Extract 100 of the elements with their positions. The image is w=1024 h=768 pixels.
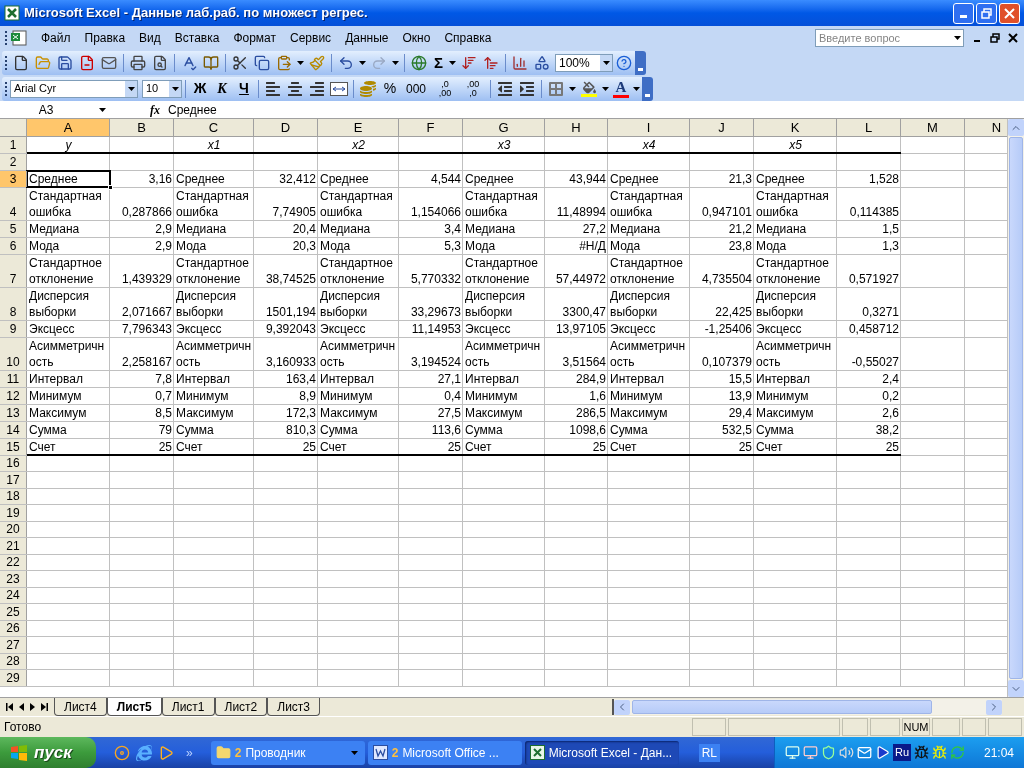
speaker-icon[interactable] [839,745,854,760]
row-header[interactable]: 25 [0,604,27,620]
sheet-tab[interactable]: Лист3 [267,698,321,716]
row-header[interactable]: 8 [0,287,27,320]
monitor-icon[interactable] [785,745,800,760]
column-header[interactable]: D [254,119,318,137]
column-header[interactable]: H [545,119,608,137]
column-header[interactable]: L [837,119,901,137]
column-header[interactable]: M [901,119,965,137]
sheet-tab[interactable]: Лист4 [54,698,107,716]
column-header[interactable]: A [27,119,110,137]
outdent-icon[interactable] [497,80,513,97]
increase-decimal-button[interactable]: ,0 ,00 [431,79,459,98]
thousands-button[interactable]: 000 [401,79,431,98]
align-right-icon[interactable] [309,80,325,97]
row-header[interactable]: 2 [0,154,27,170]
column-header[interactable]: N [965,119,1007,137]
drawing-icon[interactable] [534,55,550,71]
fill-handle[interactable] [108,184,113,190]
print-icon[interactable] [130,55,146,71]
save-icon[interactable] [57,55,73,71]
sheet-tab[interactable]: Лист1 [161,698,215,716]
print-preview-icon[interactable] [152,55,168,71]
start-button[interactable]: пуск [0,737,96,768]
taskbar-button[interactable]: 2 Microsoft Office ... [367,740,522,765]
formula-field[interactable]: Среднее [166,100,1024,119]
row-header[interactable]: 23 [0,571,27,587]
media-player-icon[interactable] [158,744,174,761]
taskbar-button[interactable]: Microsoft Excel - Дан... [524,740,679,765]
row-header[interactable]: 10 [0,337,27,370]
toolbar-options-button[interactable] [642,76,653,101]
caret-icon[interactable] [633,86,640,91]
play-icon[interactable] [875,745,890,760]
close-button[interactable] [999,2,1020,24]
permission-icon[interactable] [79,55,95,71]
name-box[interactable]: A3 [0,101,92,118]
function-button[interactable]: fx [150,100,160,119]
copy-icon[interactable] [254,55,270,71]
sort-descending-icon[interactable] [483,55,499,71]
underline-button[interactable]: Ч [233,78,255,99]
hyperlink-icon[interactable] [411,55,427,71]
sort-ascending-icon[interactable] [461,55,477,71]
bug-icon[interactable] [914,745,930,760]
borders-icon[interactable] [548,80,564,97]
decrease-decimal-button[interactable]: ,00 ,0 [459,79,487,98]
shield-icon[interactable] [821,745,836,760]
taskbar-button[interactable]: 2 Проводник [210,740,365,765]
column-header[interactable]: K [754,119,837,137]
menu-item[interactable]: Файл [34,29,78,47]
row-header[interactable]: 17 [0,472,27,488]
merge-center-icon[interactable] [330,81,348,96]
mail-icon[interactable] [857,745,872,760]
sheet-tab[interactable]: Лист2 [214,698,268,716]
row-header[interactable]: 27 [0,637,27,653]
caret-icon[interactable] [127,86,135,91]
row-header[interactable]: 4 [0,187,27,220]
help-icon[interactable] [616,55,632,71]
font-field[interactable]: Arial Cyr [10,79,138,98]
column-header[interactable]: B [110,119,174,137]
chart-icon[interactable] [512,55,528,71]
caret-icon[interactable] [602,61,610,65]
mail-icon[interactable] [101,55,117,71]
row-header[interactable]: 7 [0,254,27,287]
currency-icon[interactable] [360,80,376,97]
italic-button[interactable]: К [211,78,233,99]
undo-icon[interactable] [338,55,354,71]
spelling-icon[interactable] [181,55,197,71]
menu-item[interactable]: Формат [226,29,284,47]
row-header[interactable]: 29 [0,670,27,686]
monitor-icon[interactable] [803,745,818,760]
fill-color-button[interactable] [581,80,597,97]
column-header[interactable]: I [608,119,690,137]
menu-item[interactable]: Вид [132,29,168,47]
caret-icon[interactable] [449,61,456,65]
cut-icon[interactable] [232,55,248,71]
restore-button[interactable] [976,2,997,24]
caret-icon[interactable] [392,61,399,65]
caret-icon[interactable] [359,61,366,65]
column-header[interactable]: C [174,119,254,137]
menu-item[interactable]: Окно [395,29,438,47]
menu-item[interactable]: Правка [77,29,133,47]
percent-button[interactable]: % [379,78,401,99]
toolbar-options-button[interactable] [635,51,646,75]
book-icon[interactable] [203,55,219,71]
caret-icon[interactable] [98,107,106,112]
close-icon[interactable] [1008,33,1018,43]
row-header[interactable]: 1 [0,137,27,153]
zoom-field[interactable]: 100% [555,54,613,72]
align-center-icon[interactable] [287,80,303,97]
caret-icon[interactable] [569,86,576,91]
bold-button[interactable]: Ж [189,78,211,99]
row-header[interactable]: 21 [0,538,27,554]
row-header[interactable]: 19 [0,505,27,521]
more-button[interactable]: » [186,743,193,762]
menu-item[interactable]: Справка [437,29,499,47]
column-header[interactable]: E [318,119,399,137]
browser-icon[interactable] [136,744,152,761]
column-header[interactable]: G [463,119,545,137]
first-sheet-icon[interactable] [6,703,13,711]
caret-icon[interactable] [171,86,179,91]
